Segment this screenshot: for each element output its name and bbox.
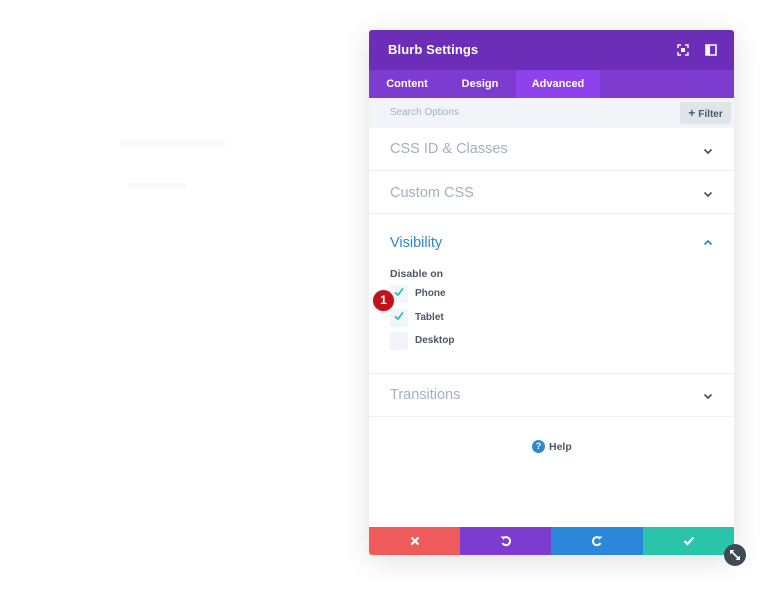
chevron-down-icon xyxy=(703,393,713,400)
help-icon: ? xyxy=(532,440,545,453)
undo-button[interactable] xyxy=(460,527,551,555)
chevron-up-icon[interactable] xyxy=(702,237,714,249)
search-bar: Search Options + Filter xyxy=(369,98,734,128)
step-number-badge: 1 xyxy=(373,290,394,311)
section-transitions[interactable]: Transitions xyxy=(369,374,734,417)
settings-tabs: Content Design Advanced xyxy=(369,70,734,98)
checkbox[interactable] xyxy=(390,309,408,327)
chevron-down-icon xyxy=(703,148,713,155)
checkbox-phone[interactable]: Phone xyxy=(390,285,590,303)
section-title: Custom CSS xyxy=(390,185,474,201)
checkmark-icon xyxy=(394,287,404,297)
checkbox-desktop[interactable]: Desktop xyxy=(390,332,590,350)
plus-icon: + xyxy=(688,106,696,120)
modal-title: Blurb Settings xyxy=(388,42,479,57)
search-input[interactable]: Search Options xyxy=(390,107,459,118)
save-button[interactable] xyxy=(643,527,734,555)
discard-button[interactable] xyxy=(369,527,460,555)
close-icon xyxy=(410,536,419,546)
undo-icon xyxy=(500,536,511,547)
tab-design[interactable]: Design xyxy=(445,70,515,98)
filter-button[interactable]: + Filter xyxy=(680,102,731,124)
checkbox-label: Desktop xyxy=(415,335,455,346)
filter-label: Filter xyxy=(698,109,723,120)
help-label: Help xyxy=(549,441,572,453)
section-title[interactable]: Visibility xyxy=(390,235,442,251)
blurb-settings-modal: Blurb Settings Content Design Advanced S… xyxy=(369,30,734,555)
resize-handle[interactable] xyxy=(724,544,746,566)
section-custom-css[interactable]: Custom CSS xyxy=(369,171,734,214)
background-text-placeholder xyxy=(128,183,186,189)
tab-content[interactable]: Content xyxy=(369,70,445,98)
checkmark-icon xyxy=(394,311,404,321)
section-css-id-classes[interactable]: CSS ID & Classes xyxy=(369,128,734,171)
tab-advanced[interactable]: Advanced xyxy=(516,70,600,98)
checkbox[interactable] xyxy=(390,332,408,350)
checkmark-icon xyxy=(683,536,694,546)
help-link[interactable]: ? Help xyxy=(532,439,612,455)
section-title: CSS ID & Classes xyxy=(390,141,508,157)
checkbox-label: Tablet xyxy=(415,312,444,323)
redo-button[interactable] xyxy=(551,527,643,555)
modal-footer xyxy=(369,527,734,555)
chevron-down-icon xyxy=(703,191,713,198)
modal-header: Blurb Settings xyxy=(369,30,734,70)
checkbox-label: Phone xyxy=(415,288,446,299)
redo-icon xyxy=(591,536,603,547)
resize-arrows-icon xyxy=(730,550,740,560)
sidebar-layout-icon[interactable] xyxy=(703,42,719,58)
disable-on-label: Disable on xyxy=(390,268,444,280)
section-title: Transitions xyxy=(390,387,461,403)
background-text-placeholder xyxy=(120,139,225,147)
fullscreen-icon[interactable] xyxy=(675,42,691,58)
checkbox-tablet[interactable]: Tablet xyxy=(390,309,590,327)
